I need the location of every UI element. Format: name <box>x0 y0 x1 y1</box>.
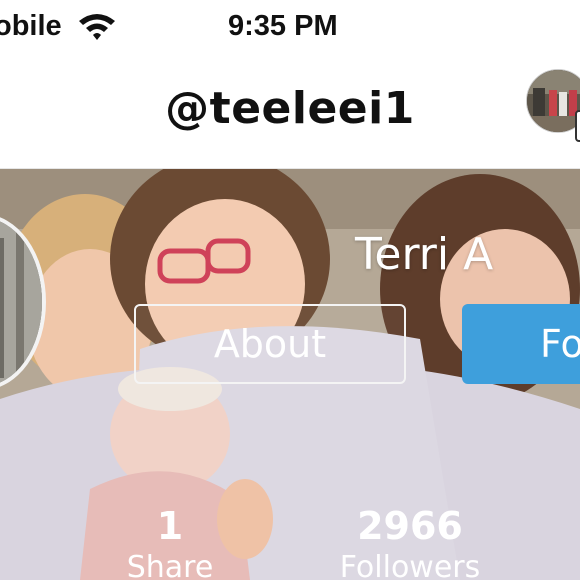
status-bar: obile 9:35 PM <box>0 0 580 55</box>
share-stat[interactable]: 1 Share <box>110 504 230 580</box>
carrier-label: obile <box>0 10 62 42</box>
profile-header: Terri A About Fo 1 Share 2966 Followers <box>0 169 580 580</box>
follow-button[interactable]: Fo <box>462 304 580 384</box>
followers-stat[interactable]: 2966 Followers <box>325 504 495 580</box>
nav-badge-icon <box>575 110 580 142</box>
followers-count: 2966 <box>357 504 463 548</box>
clock: 9:35 PM <box>228 10 338 42</box>
wifi-icon <box>77 10 117 42</box>
followers-label: Followers <box>339 550 481 580</box>
share-label: Share <box>126 550 214 580</box>
nav-bar: @teeleei1 <box>0 55 580 169</box>
about-button[interactable]: About <box>134 304 406 384</box>
page-title: @teeleei1 <box>165 83 415 134</box>
share-count: 1 <box>156 504 184 548</box>
display-name: Terri A <box>355 229 494 280</box>
